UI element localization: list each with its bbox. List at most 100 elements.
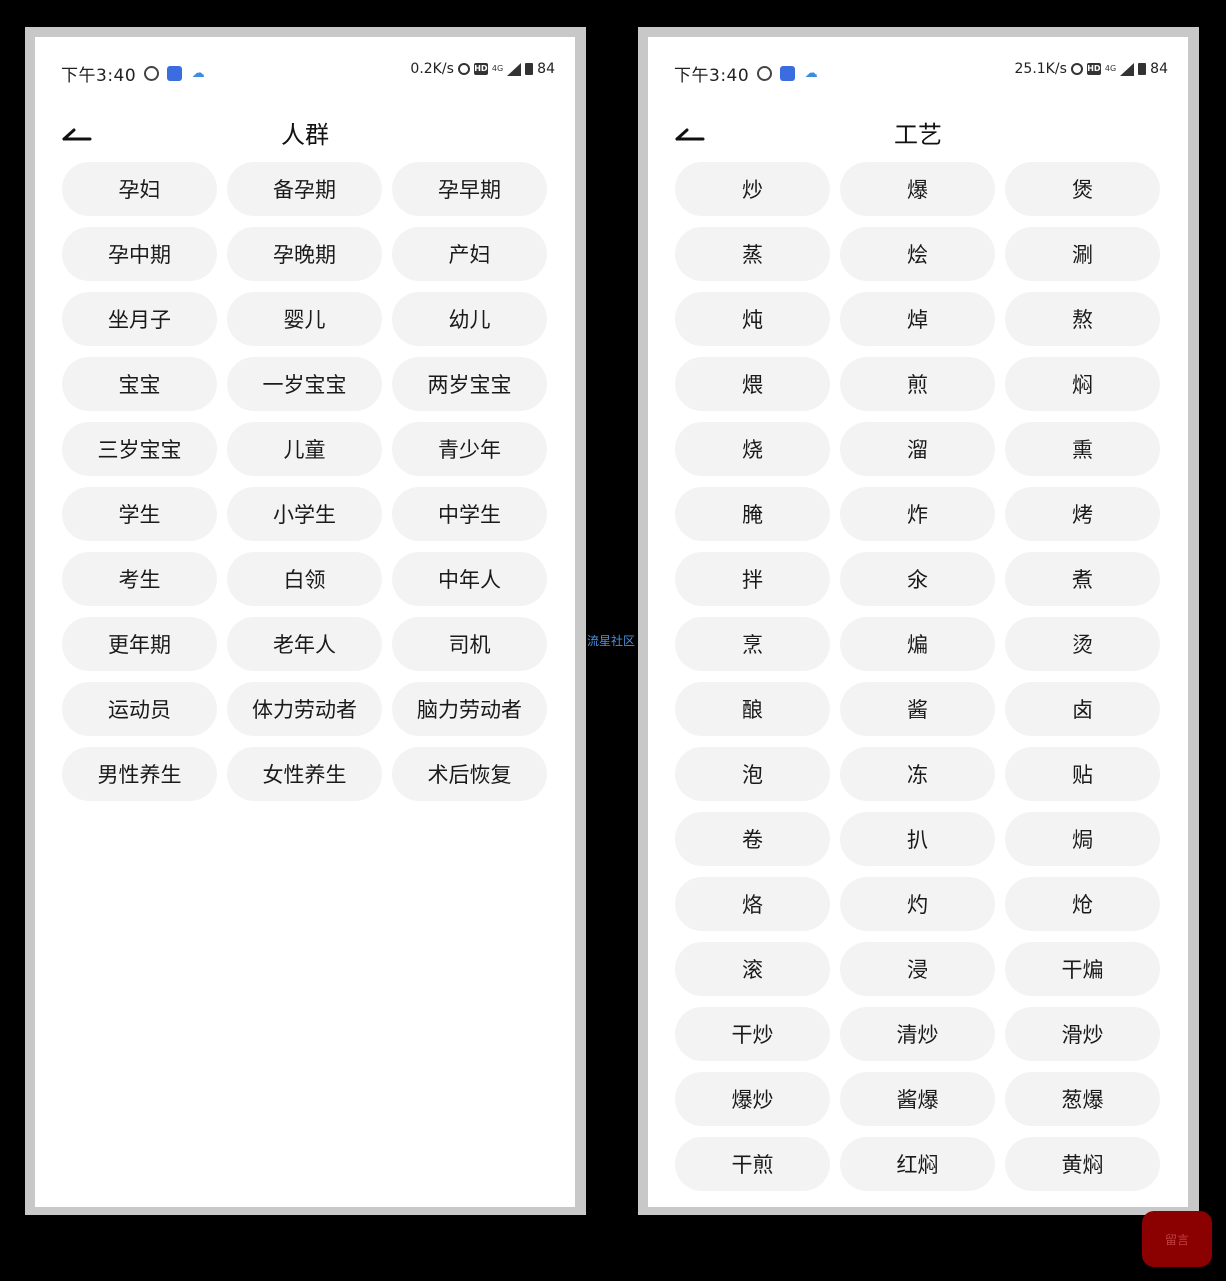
tag-button[interactable]: 拌: [675, 552, 830, 606]
tag-button[interactable]: 更年期: [62, 617, 217, 671]
tag-button[interactable]: 熏: [1005, 422, 1160, 476]
network-type: 4G: [1104, 64, 1117, 73]
cloud-icon: ☁: [191, 65, 205, 81]
tag-button[interactable]: 酱: [840, 682, 995, 736]
battery-level: 84: [1150, 61, 1168, 77]
tag-button[interactable]: 煮: [1005, 552, 1160, 606]
tag-button[interactable]: 坐月子: [62, 292, 217, 346]
tag-button[interactable]: 煸: [840, 617, 995, 671]
tag-button[interactable]: 老年人: [227, 617, 382, 671]
tag-button[interactable]: 红焖: [840, 1137, 995, 1191]
tag-button[interactable]: 考生: [62, 552, 217, 606]
tag-button[interactable]: 孕妇: [62, 162, 217, 216]
screen-crowd: 下午3:40 ☁ 0.2K/s HD 4G 84 人群 孕妇 备孕期 孕早期 孕…: [35, 37, 575, 1207]
network-speed: 25.1K/s: [1014, 61, 1067, 77]
tag-button[interactable]: 烙: [675, 877, 830, 931]
tag-button[interactable]: 两岁宝宝: [392, 357, 547, 411]
tag-button[interactable]: 焖: [1005, 357, 1160, 411]
tag-button[interactable]: 清炒: [840, 1007, 995, 1061]
tag-button[interactable]: 腌: [675, 487, 830, 541]
tag-button[interactable]: 贴: [1005, 747, 1160, 801]
tag-button[interactable]: 小学生: [227, 487, 382, 541]
tag-button[interactable]: 干煸: [1005, 942, 1160, 996]
tag-button[interactable]: 孕早期: [392, 162, 547, 216]
tag-button[interactable]: 炒: [675, 162, 830, 216]
tag-button[interactable]: 婴儿: [227, 292, 382, 346]
q-app-icon: [144, 66, 160, 81]
tag-button[interactable]: 熬: [1005, 292, 1160, 346]
tag-button[interactable]: 氽: [840, 552, 995, 606]
tag-button[interactable]: 烤: [1005, 487, 1160, 541]
hd-icon: HD: [1086, 63, 1101, 75]
tag-button[interactable]: 扒: [840, 812, 995, 866]
tag-button[interactable]: 烧: [675, 422, 830, 476]
tag-button[interactable]: 男性养生: [62, 747, 217, 801]
tag-button[interactable]: 煨: [675, 357, 830, 411]
tag-button[interactable]: 涮: [1005, 227, 1160, 281]
page-title: 人群: [281, 121, 329, 149]
tag-button[interactable]: 滚: [675, 942, 830, 996]
status-bar: 下午3:40 ☁ 0.2K/s HD 4G 84: [35, 53, 575, 89]
tag-button[interactable]: 干炒: [675, 1007, 830, 1061]
tag-button[interactable]: 炸: [840, 487, 995, 541]
tag-button[interactable]: 卷: [675, 812, 830, 866]
tag-button[interactable]: 烩: [840, 227, 995, 281]
tag-button[interactable]: 蒸: [675, 227, 830, 281]
tag-button[interactable]: 宝宝: [62, 357, 217, 411]
tag-button[interactable]: 备孕期: [227, 162, 382, 216]
tag-button[interactable]: 儿童: [227, 422, 382, 476]
tag-button[interactable]: 溜: [840, 422, 995, 476]
tag-button[interactable]: 煎: [840, 357, 995, 411]
battery-level: 84: [537, 61, 555, 77]
tag-button[interactable]: 学生: [62, 487, 217, 541]
network-type: 4G: [491, 64, 504, 73]
tag-button[interactable]: 中学生: [392, 487, 547, 541]
tag-button[interactable]: 泡: [675, 747, 830, 801]
status-time: 下午3:40: [61, 66, 137, 86]
comment-button[interactable]: 留言: [1142, 1211, 1212, 1267]
alarm-icon: [1070, 63, 1083, 75]
tag-button[interactable]: 卤: [1005, 682, 1160, 736]
tag-button[interactable]: 炝: [1005, 877, 1160, 931]
tag-button[interactable]: 幼儿: [392, 292, 547, 346]
tag-button[interactable]: 焯: [840, 292, 995, 346]
tag-button[interactable]: 白领: [227, 552, 382, 606]
tag-button[interactable]: 运动员: [62, 682, 217, 736]
tag-button[interactable]: 灼: [840, 877, 995, 931]
page-title: 工艺: [894, 121, 942, 149]
nav-bar: 人群: [35, 103, 575, 159]
tag-button[interactable]: 爆: [840, 162, 995, 216]
tag-button[interactable]: 爆炒: [675, 1072, 830, 1126]
network-speed: 0.2K/s: [410, 61, 454, 77]
tag-button[interactable]: 烫: [1005, 617, 1160, 671]
tag-button[interactable]: 干煎: [675, 1137, 830, 1191]
app-notification-icon: [167, 66, 183, 81]
tag-button[interactable]: 黄焖: [1005, 1137, 1160, 1191]
tag-button[interactable]: 烹: [675, 617, 830, 671]
tag-button[interactable]: 脑力劳动者: [392, 682, 547, 736]
tag-button[interactable]: 滑炒: [1005, 1007, 1160, 1061]
tag-button[interactable]: 一岁宝宝: [227, 357, 382, 411]
tag-button[interactable]: 焗: [1005, 812, 1160, 866]
tag-button[interactable]: 酱爆: [840, 1072, 995, 1126]
tag-button[interactable]: 三岁宝宝: [62, 422, 217, 476]
tag-button[interactable]: 司机: [392, 617, 547, 671]
tag-button[interactable]: 产妇: [392, 227, 547, 281]
tag-grid: 孕妇 备孕期 孕早期孕中期 孕晚期 产妇坐月子 婴儿 幼儿宝宝 一岁宝宝 两岁宝宝三岁宝宝 儿童青…: [62, 162, 547, 801]
tag-button[interactable]: 酿: [675, 682, 830, 736]
status-time: 下午3:40: [674, 66, 750, 86]
tag-grid: 炒爆煲蒸烩涮炖焯熬煨煎焖烧溜熏腌炸烤拌氽煮烹煸烫酿酱卤泡冻贴卷扒焗烙灼炝滚浸干煸…: [675, 162, 1160, 1191]
tag-button[interactable]: 中年人: [392, 552, 547, 606]
tag-button[interactable]: 女性养生: [227, 747, 382, 801]
tag-button[interactable]: 青少年: [392, 422, 547, 476]
battery-icon: [1138, 63, 1147, 75]
tag-button[interactable]: 煲: [1005, 162, 1160, 216]
tag-button[interactable]: 体力劳动者: [227, 682, 382, 736]
tag-button[interactable]: 冻: [840, 747, 995, 801]
tag-button[interactable]: 孕晚期: [227, 227, 382, 281]
tag-button[interactable]: 葱爆: [1005, 1072, 1160, 1126]
tag-button[interactable]: 术后恢复: [392, 747, 547, 801]
tag-button[interactable]: 炖: [675, 292, 830, 346]
tag-button[interactable]: 浸: [840, 942, 995, 996]
tag-button[interactable]: 孕中期: [62, 227, 217, 281]
